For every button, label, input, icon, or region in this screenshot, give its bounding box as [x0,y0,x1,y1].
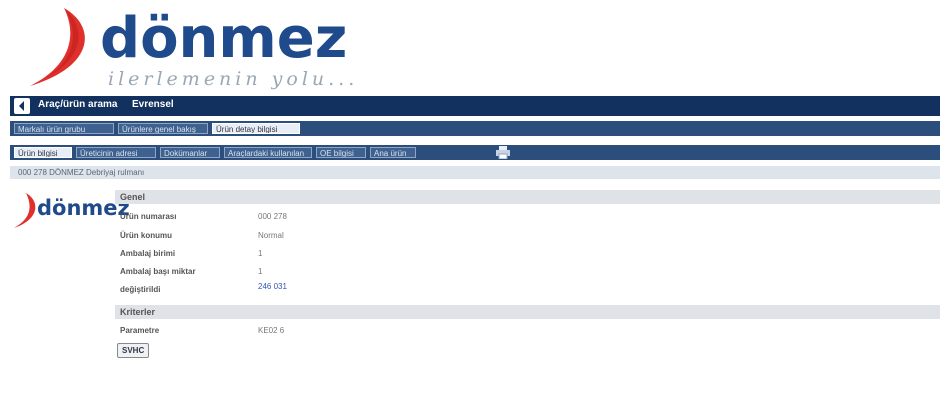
section-header-criteria: Kriterler [115,305,940,319]
field-label-parameter: Parametre [120,326,160,335]
tab-oe-info[interactable]: OE bilgisi [316,147,366,158]
field-label-packaging-unit: Ambalaj birimi [120,249,176,258]
field-value-product-status: Normal [258,231,284,240]
tab-manufacturer-address[interactable]: Üreticinin adresi [76,147,156,158]
tab-branded-product-group[interactable]: Markalı ürün grubu [14,123,114,134]
back-button[interactable] [14,98,30,114]
svhc-button[interactable]: SVHC [117,343,150,358]
printer-icon[interactable] [496,146,510,159]
field-label-replaced: değiştirildi [120,285,161,294]
field-label-product-status: Ürün konumu [120,231,172,240]
field-value-packaging-unit: 1 [258,249,263,258]
main-navbar: Araç/ürün arama Evrensel [10,96,940,116]
field-value-quantity-per-package: 1 [258,267,263,276]
brand-name: dönmez [100,6,348,71]
tab-product-detail[interactable]: Ürün detay bilgisi [212,123,300,134]
tab-used-in-vehicles[interactable]: Araçlardaki kullanılan [224,147,312,158]
nav-title: Araç/ürün arama [38,99,118,110]
back-arrow-icon [19,101,24,111]
brand-swoosh-icon [30,8,85,86]
tab-main-product[interactable]: Ana ürün [370,147,416,158]
tab-product-info[interactable]: Ürün bilgisi [14,147,72,158]
field-value-parameter: KE02 6 [258,326,285,335]
breadcrumb: 000 278 DÖNMEZ Debriyaj rulmanı [10,166,940,179]
field-value-product-number: 000 278 [258,212,287,221]
field-value-replaced-link[interactable]: 246 031 [258,282,287,291]
field-label-quantity-per-package: Ambalaj başı miktar [120,267,196,276]
brand-mini-swoosh-icon [14,193,36,228]
tab-row-secondary: Ürün bilgisi Üreticinin adresi Dokümanla… [10,145,940,160]
tab-product-overview[interactable]: Ürünlere genel bakış [118,123,208,134]
brand-slogan: ilerlemenin yolu... [108,68,359,90]
brand-header: dönmez ilerlemenin yolu... [0,0,948,95]
section-header-general: Genel [115,190,940,204]
tab-row-primary: Markalı ürün grubu Ürünlere genel bakış … [10,121,940,136]
tab-documents[interactable]: Dokümanlar [160,147,220,158]
nav-context: Evrensel [132,99,174,110]
field-label-product-number: Ürün numarası [120,212,177,221]
